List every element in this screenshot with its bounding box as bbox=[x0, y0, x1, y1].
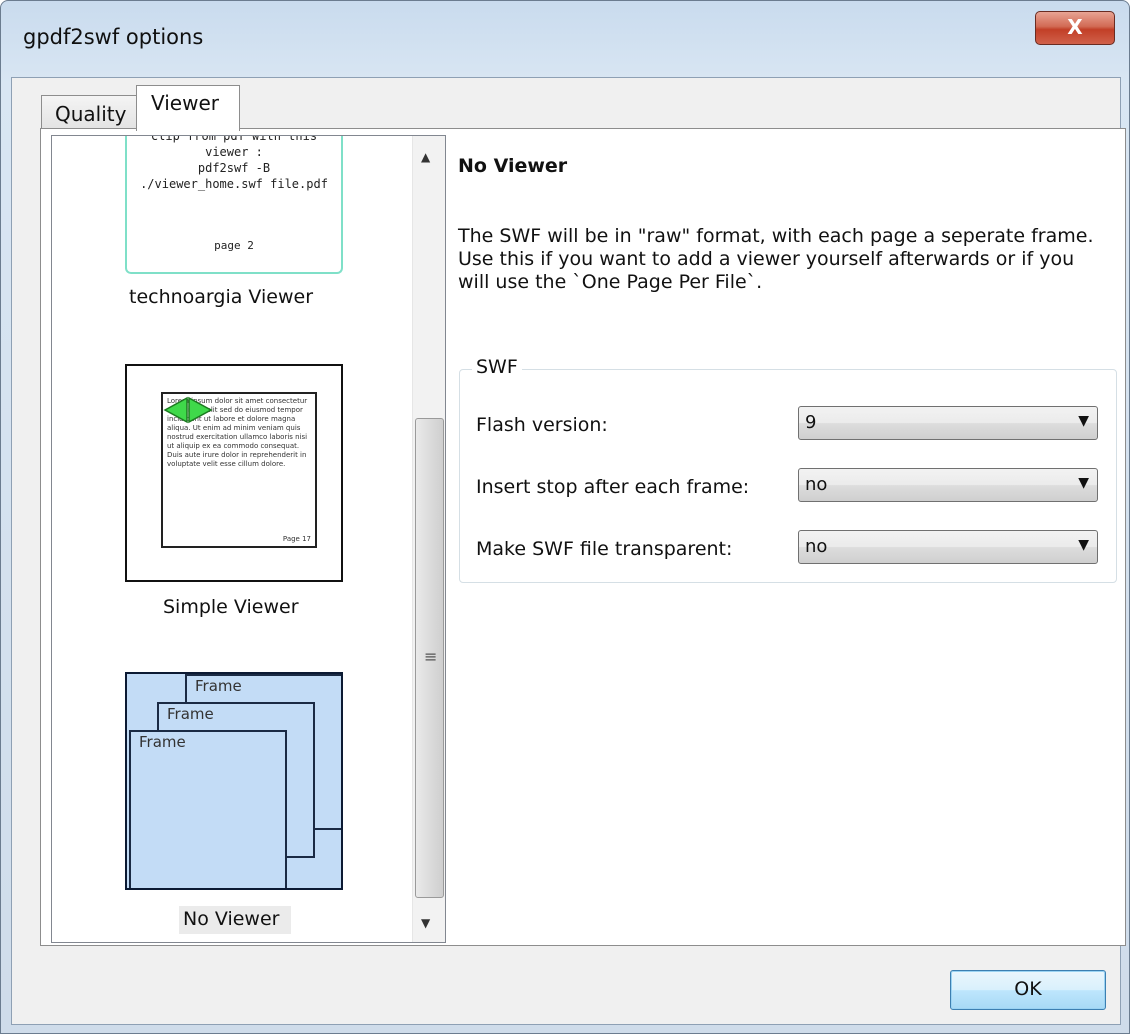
chevron-down-icon: ▼ bbox=[1078, 413, 1089, 429]
window-title: gpdf2swf options bbox=[23, 25, 204, 49]
viewer-heading: No Viewer bbox=[458, 155, 568, 177]
thumb-page-label: Page 17 bbox=[282, 535, 311, 543]
scroll-down-icon[interactable]: ▼ bbox=[421, 916, 430, 930]
scroll-up-icon[interactable]: ▲ bbox=[421, 150, 430, 164]
frame-front: Frame bbox=[129, 730, 287, 888]
flash-version-select[interactable]: 9 ▼ bbox=[798, 406, 1098, 440]
simple-viewer-label[interactable]: Simple Viewer bbox=[163, 596, 299, 618]
dialog-body: Quality Viewer clip from pdf with this v… bbox=[11, 77, 1126, 1025]
swf-group-title: SWF bbox=[472, 356, 522, 378]
chevron-down-icon: ▼ bbox=[1078, 475, 1089, 491]
select-value: no bbox=[805, 536, 828, 557]
flash-version-label: Flash version: bbox=[476, 414, 608, 436]
chevron-down-icon: ▼ bbox=[1078, 537, 1089, 553]
viewer-description: The SWF will be in "raw" format, with ea… bbox=[458, 225, 1094, 293]
thumb-line: ./viewer_home.swf file.pdf bbox=[140, 177, 328, 191]
thumb-line: clip from pdf with this bbox=[150, 135, 318, 143]
swf-groupbox: SWF Flash version: 9 ▼ Insert stop after… bbox=[459, 356, 1117, 583]
thumb-page-label: page 2 bbox=[214, 239, 254, 252]
close-button[interactable]: X bbox=[1035, 11, 1115, 45]
thumb-line: viewer : bbox=[205, 145, 263, 159]
technoargia-viewer-label[interactable]: technoargia Viewer bbox=[129, 286, 313, 308]
viewer-tab-pane: clip from pdf with this viewer : pdf2swf… bbox=[40, 128, 1126, 946]
viewer-list[interactable]: clip from pdf with this viewer : pdf2swf… bbox=[51, 135, 446, 943]
tab-quality[interactable]: Quality bbox=[41, 95, 147, 129]
no-viewer-thumbnail[interactable]: Frame Frame Frame bbox=[125, 672, 343, 890]
navigation-arrows-icon bbox=[163, 396, 213, 424]
insert-stop-label: Insert stop after each frame: bbox=[476, 476, 750, 498]
grip-icon: ≡ bbox=[424, 647, 438, 666]
thumb-line: pdf2swf -B bbox=[197, 161, 271, 175]
transparent-select[interactable]: no ▼ bbox=[798, 530, 1098, 564]
simple-viewer-thumbnail[interactable]: Lorem ipsum dolor sit amet consectetur a… bbox=[125, 364, 343, 582]
scrollbar-thumb[interactable]: ≡ bbox=[415, 418, 444, 898]
no-viewer-label[interactable]: No Viewer bbox=[183, 908, 279, 930]
tab-viewer[interactable]: Viewer bbox=[136, 85, 240, 131]
select-value: no bbox=[805, 474, 828, 495]
options-window: gpdf2swf options X Quality Viewer clip f… bbox=[0, 0, 1130, 1034]
insert-stop-select[interactable]: no ▼ bbox=[798, 468, 1098, 502]
ok-button[interactable]: OK bbox=[950, 970, 1106, 1010]
technoargia-viewer-thumbnail[interactable]: clip from pdf with this viewer : pdf2swf… bbox=[125, 135, 343, 274]
select-value: 9 bbox=[805, 412, 817, 433]
transparent-label: Make SWF file transparent: bbox=[476, 538, 733, 560]
viewer-list-scrollbar[interactable]: ▲ ≡ ▼ bbox=[412, 136, 445, 942]
